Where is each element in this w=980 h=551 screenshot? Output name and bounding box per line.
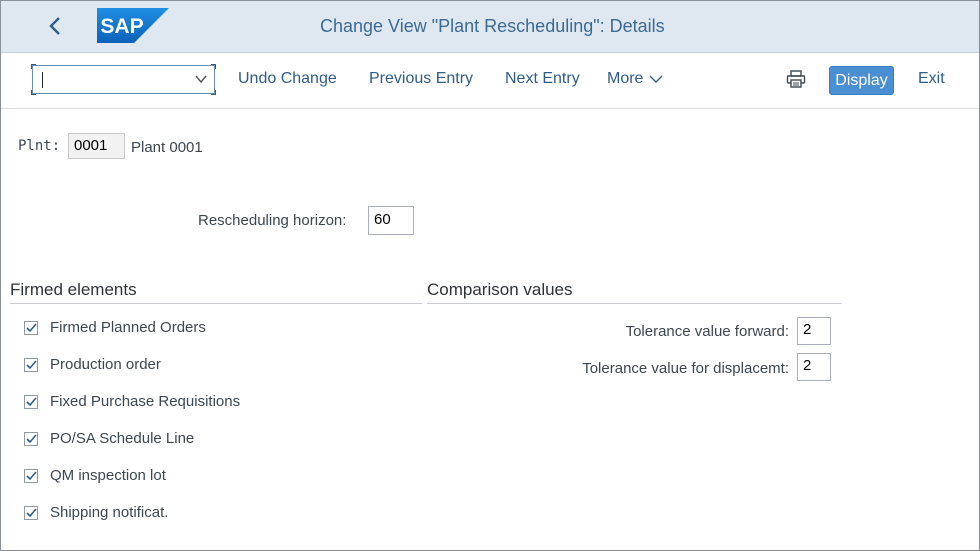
checkmark-icon bbox=[25, 396, 37, 406]
focus-corner bbox=[211, 64, 216, 69]
chevron-down-icon[interactable] bbox=[194, 72, 208, 86]
comparison-values-title: Comparison values bbox=[427, 280, 573, 299]
chevron-left-icon bbox=[49, 17, 60, 35]
svg-text:SAP: SAP bbox=[100, 15, 143, 38]
back-button[interactable] bbox=[41, 11, 69, 41]
chevron-down-icon bbox=[649, 75, 663, 83]
exit-button[interactable]: Exit bbox=[918, 70, 945, 88]
more-menu-button[interactable]: More bbox=[607, 70, 663, 88]
next-entry-button[interactable]: Next Entry bbox=[505, 70, 580, 88]
checkbox-label: PO/SA Schedule Line bbox=[50, 430, 195, 447]
rescheduling-horizon-input[interactable]: 60 bbox=[368, 206, 414, 235]
checkbox-label: QM inspection lot bbox=[50, 467, 166, 484]
checkbox[interactable] bbox=[24, 505, 38, 520]
page-title: Change View "Plant Rescheduling": Detail… bbox=[320, 16, 665, 36]
checkbox-shipping-notification[interactable]: Shipping notificat. bbox=[24, 504, 168, 521]
undo-change-button[interactable]: Undo Change bbox=[238, 70, 337, 88]
plant-field: 0001 bbox=[68, 133, 125, 159]
focus-corner bbox=[31, 64, 36, 69]
checkbox[interactable] bbox=[24, 394, 38, 409]
checkbox-label: Shipping notificat. bbox=[50, 504, 169, 521]
sap-logo: SAP bbox=[97, 8, 169, 43]
checkbox[interactable] bbox=[24, 431, 38, 446]
checkbox-firmed-planned-orders[interactable]: Firmed Planned Orders bbox=[24, 319, 206, 336]
plant-description: Plant 0001 bbox=[131, 139, 203, 156]
tolerance-forward-input[interactable]: 2 bbox=[797, 317, 831, 345]
rescheduling-horizon-label: Rescheduling horizon: bbox=[198, 212, 347, 229]
previous-entry-button[interactable]: Previous Entry bbox=[369, 70, 473, 88]
checkbox-production-order[interactable]: Production order bbox=[24, 356, 161, 373]
text-cursor bbox=[42, 72, 43, 88]
display-button[interactable]: Display bbox=[829, 66, 894, 95]
focus-corner bbox=[31, 90, 36, 95]
checkbox-label: Fixed Purchase Requisitions bbox=[50, 393, 241, 410]
command-field[interactable] bbox=[31, 64, 216, 95]
checkmark-icon bbox=[25, 470, 37, 480]
checkmark-icon bbox=[25, 322, 37, 332]
checkbox-qm-inspection-lot[interactable]: QM inspection lot bbox=[24, 467, 166, 484]
checkbox[interactable] bbox=[24, 320, 38, 335]
checkbox-po-sa-schedule-line[interactable]: PO/SA Schedule Line bbox=[24, 430, 194, 447]
checkbox[interactable] bbox=[24, 357, 38, 372]
print-button[interactable] bbox=[786, 70, 806, 93]
checkbox-label: Firmed Planned Orders bbox=[50, 319, 206, 336]
shell-header: SAP Change View "Plant Rescheduling": De… bbox=[1, 1, 979, 53]
checkmark-icon bbox=[25, 507, 37, 517]
checkmark-icon bbox=[25, 433, 37, 443]
checkmark-icon bbox=[25, 359, 37, 369]
focus-corner bbox=[211, 90, 216, 95]
more-label: More bbox=[607, 70, 644, 87]
checkbox-label: Production order bbox=[50, 356, 161, 373]
printer-icon bbox=[786, 70, 806, 88]
firmed-elements-title: Firmed elements bbox=[10, 280, 137, 299]
plant-label: Plnt: bbox=[18, 138, 61, 154]
section-divider bbox=[10, 303, 422, 304]
section-divider bbox=[427, 303, 842, 304]
checkbox[interactable] bbox=[24, 468, 38, 483]
tolerance-forward-label: Tolerance value forward: bbox=[625, 323, 789, 340]
tolerance-displacement-input[interactable]: 2 bbox=[797, 353, 831, 381]
tolerance-displacement-label: Tolerance value for displacemt: bbox=[582, 360, 789, 377]
application-toolbar: Undo Change Previous Entry Next Entry Mo… bbox=[1, 53, 979, 109]
checkbox-fixed-purchase-requisitions[interactable]: Fixed Purchase Requisitions bbox=[24, 393, 240, 410]
